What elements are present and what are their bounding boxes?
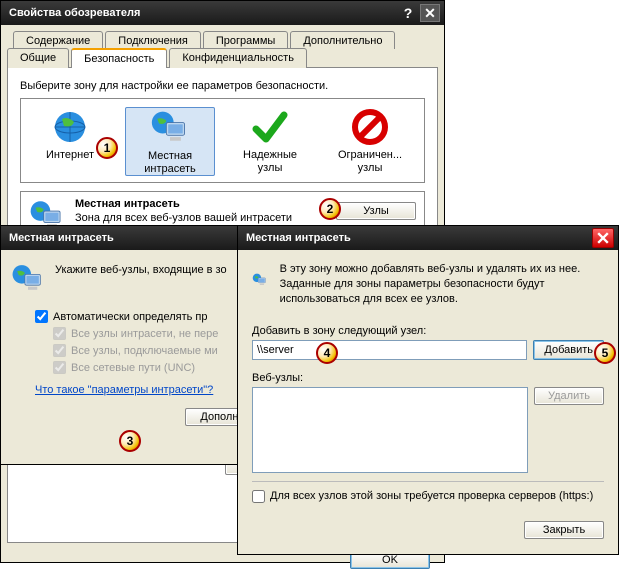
zone-trusted[interactable]: Надежные узлы: [225, 107, 315, 176]
zone-restricted[interactable]: Ограничен... узлы: [325, 107, 415, 176]
tab-programs[interactable]: Программы: [203, 31, 288, 49]
https-checkbox[interactable]: Для всех узлов этой зоны требуется прове…: [252, 490, 604, 503]
intranet-icon: [11, 262, 45, 296]
zone-label: Надежные узлы: [243, 149, 297, 174]
zone-internet[interactable]: Интернет: [25, 107, 115, 176]
add-sites-dialog: Местная интрасеть В эту зону можно добав…: [237, 225, 619, 555]
dialog-title: Местная интрасеть: [246, 232, 351, 244]
close-icon: [597, 232, 609, 244]
detail-desc: Зона для всех веб-узлов вашей интрасети: [75, 212, 326, 224]
detail-title: Местная интрасеть: [75, 198, 326, 210]
intranet-icon: [252, 262, 268, 298]
titlebar: Свойства обозревателя ? ✕: [1, 1, 444, 25]
dialog-title: Местная интрасеть: [9, 232, 114, 244]
tab-content[interactable]: Содержание: [13, 31, 103, 49]
zone-label: Местная интрасеть: [144, 150, 196, 175]
checkmark-icon: [250, 107, 290, 147]
sites-button[interactable]: Узлы: [336, 202, 416, 220]
whatis-link[interactable]: Что такое "параметры интрасети"?: [35, 384, 213, 396]
dialog-title: Свойства обозревателя: [9, 7, 140, 19]
zone-label: Интернет: [46, 149, 94, 162]
tab-privacy[interactable]: Конфиденциальность: [169, 48, 307, 68]
close-button[interactable]: [592, 228, 614, 248]
zone-list: Интернет Местная интрасеть Надежные узлы…: [20, 98, 425, 183]
close-dialog-button[interactable]: Закрыть: [524, 521, 604, 539]
add-sites-desc: В эту зону можно добавлять веб-узлы и уд…: [280, 262, 604, 307]
tab-general[interactable]: Общие: [7, 48, 69, 68]
tab-connections[interactable]: Подключения: [105, 31, 201, 49]
zone-label: Ограничен... узлы: [338, 149, 402, 174]
dialog-body: В эту зону можно добавлять веб-узлы и уд…: [238, 250, 618, 551]
add-label: Добавить в зону следующий узел:: [252, 325, 604, 337]
tab-advanced[interactable]: Дополнительно: [290, 31, 395, 49]
zone-intranet[interactable]: Местная интрасеть: [125, 107, 215, 176]
titlebar: Местная интрасеть: [238, 226, 618, 250]
globe-icon: [50, 107, 90, 147]
intranet-icon: [150, 108, 190, 148]
sites-listbox[interactable]: [252, 387, 528, 473]
prohibited-icon: [350, 107, 390, 147]
close-button[interactable]: ✕: [420, 4, 440, 22]
delete-button: Удалить: [534, 387, 604, 405]
tab-security[interactable]: Безопасность: [71, 48, 167, 68]
site-input[interactable]: [252, 340, 527, 360]
help-button[interactable]: ?: [398, 4, 418, 22]
list-label: Веб-узлы:: [252, 372, 604, 384]
add-button[interactable]: Добавить: [533, 340, 604, 360]
intranet-heading: Укажите веб-узлы, входящие в зо: [55, 262, 227, 296]
zone-pick-label: Выберите зону для настройки ее параметро…: [20, 80, 425, 92]
